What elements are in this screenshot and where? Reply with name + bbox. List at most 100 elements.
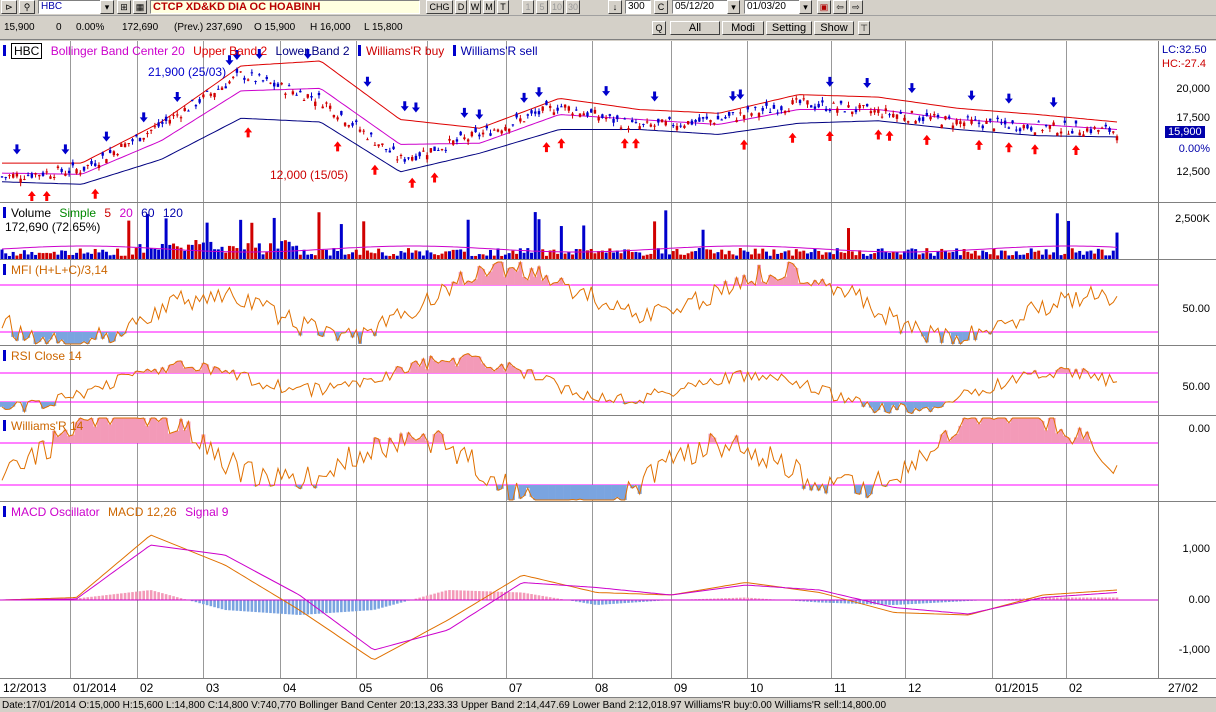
candle-body: [1067, 133, 1070, 135]
candle-body: [149, 129, 153, 131]
volume-bar: [1033, 251, 1037, 259]
candle-body: [616, 115, 619, 120]
volume-bar: [209, 241, 213, 259]
save-icon[interactable]: ▣: [817, 0, 831, 14]
candle-body: [962, 122, 966, 127]
period-t-button[interactable]: T: [497, 0, 509, 14]
volume-bar: [608, 248, 612, 259]
binoculars-icon[interactable]: ⊞: [117, 0, 131, 14]
volume-bar: [649, 253, 653, 259]
chevron-down-icon[interactable]: ▾: [727, 0, 740, 14]
interval-30-button[interactable]: 30: [566, 0, 580, 14]
mfi-axis: 50.00: [1158, 260, 1216, 346]
interval-1-button[interactable]: 1: [522, 0, 534, 14]
buy-arrow: [1004, 142, 1013, 153]
candle-body: [1100, 127, 1104, 129]
volume-bar: [45, 252, 49, 259]
setting-button[interactable]: Setting: [766, 21, 812, 35]
volume-bar: [451, 249, 455, 259]
nav-icon[interactable]: ⊳: [1, 0, 17, 14]
candle-body: [1082, 134, 1085, 137]
q-button[interactable]: Q: [652, 21, 666, 35]
candle-body: [873, 110, 876, 113]
arrow-right-icon[interactable]: ⇨: [849, 0, 863, 14]
candle-body: [880, 116, 884, 118]
interval-10-button[interactable]: 10: [550, 0, 564, 14]
candle-body: [537, 111, 541, 115]
chevron-down-icon[interactable]: ▾: [799, 0, 812, 14]
macd-chart: [0, 502, 1158, 678]
all-button[interactable]: All: [670, 21, 720, 35]
volume-bar: [358, 254, 362, 259]
candle-body: [657, 118, 660, 123]
chevron-down-icon[interactable]: ▾: [100, 0, 114, 14]
candle-body: [832, 102, 835, 104]
candle-body: [556, 107, 559, 111]
pin-icon[interactable]: ⊤: [858, 21, 870, 35]
search-icon[interactable]: ⚲: [19, 0, 35, 14]
legend-ma5: 5: [104, 206, 112, 220]
arrow-down-icon[interactable]: ↓: [608, 0, 622, 14]
volume-bar: [660, 253, 664, 259]
candle-body: [273, 82, 276, 87]
candle-body: [567, 106, 571, 111]
calc-icon[interactable]: ▦: [133, 0, 147, 14]
volume-bar: [157, 249, 161, 259]
chg-button[interactable]: CHG: [426, 0, 453, 14]
sell-arrow: [61, 144, 70, 155]
williams-pane: Williams'R 14: [0, 416, 1158, 502]
show-button[interactable]: Show: [814, 21, 854, 35]
candle-body: [959, 121, 962, 124]
candle-body: [541, 106, 544, 111]
candle-body: [824, 108, 828, 111]
legend-marker: [3, 420, 6, 431]
volume-bar: [656, 248, 660, 259]
candle-body: [496, 129, 500, 132]
volume-bar: [67, 255, 71, 259]
rsi-chart: [0, 346, 1158, 415]
sell-arrow: [173, 92, 182, 103]
volume-bar: [0, 249, 4, 259]
c-button[interactable]: C: [654, 0, 668, 14]
volume-bar: [1093, 253, 1097, 259]
volume-bar: [354, 249, 358, 259]
modi-button[interactable]: Modi: [722, 21, 764, 35]
sell-arrow: [363, 76, 372, 87]
candle-body: [642, 123, 645, 125]
candle-body: [142, 137, 145, 140]
candle-body: [243, 77, 246, 80]
candle-body: [548, 105, 552, 108]
candle-body: [660, 119, 664, 123]
period-w-button[interactable]: W: [469, 0, 481, 14]
legend-marker: [3, 264, 6, 275]
sell-arrow: [475, 109, 484, 120]
pct-label: 0.00%: [1178, 143, 1210, 155]
williams-legend: Williams'R 14: [3, 419, 88, 433]
volume-bar: [682, 254, 686, 259]
interval-5-button[interactable]: 5: [536, 0, 548, 14]
y-tick: 20,000: [1176, 83, 1210, 95]
candle-body: [377, 144, 380, 147]
candle-body: [1112, 131, 1115, 133]
candle-body: [392, 146, 395, 150]
candle-body: [1097, 129, 1100, 132]
volume-bar: [1022, 254, 1026, 259]
candle-body: [884, 108, 887, 112]
count-field[interactable]: 300: [625, 0, 651, 14]
volume-bar: [257, 243, 261, 259]
candle-body: [470, 131, 474, 137]
period-d-button[interactable]: D: [455, 0, 467, 14]
volume-bar: [22, 250, 26, 259]
candle-body: [146, 132, 149, 135]
volume-bar: [190, 244, 194, 259]
volume-bar: [828, 252, 832, 259]
candle-body: [269, 82, 272, 84]
volume-bar: [142, 252, 146, 259]
candle-body: [716, 115, 720, 120]
candle-body: [918, 117, 921, 121]
candle-body: [355, 120, 358, 122]
period-m-button[interactable]: M: [483, 0, 495, 14]
candle-body: [474, 127, 477, 133]
arrow-left-icon[interactable]: ⇦: [833, 0, 847, 14]
candle-body: [30, 173, 34, 178]
